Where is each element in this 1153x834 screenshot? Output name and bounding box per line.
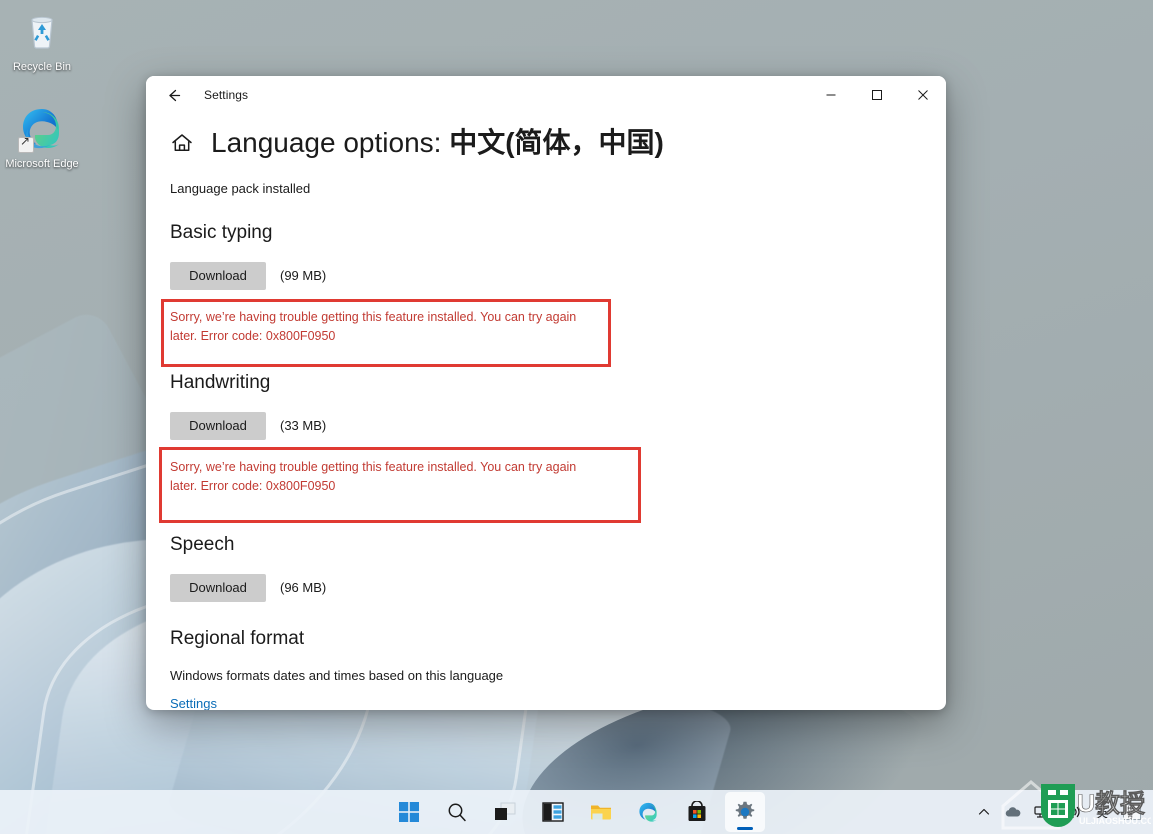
maximize-icon bbox=[871, 89, 883, 101]
language-pack-status: Language pack installed bbox=[170, 181, 916, 196]
speaker-icon bbox=[1064, 804, 1082, 820]
widgets-button[interactable] bbox=[533, 792, 573, 832]
search-button[interactable] bbox=[437, 792, 477, 832]
error-message-basic-typing: Sorry, we’re having trouble getting this… bbox=[170, 308, 600, 346]
desktop-icon-label: Recycle Bin bbox=[13, 61, 71, 73]
page-header: Language options: 中文(简体，中国) bbox=[168, 128, 916, 159]
close-button[interactable] bbox=[900, 76, 946, 114]
download-size-handwriting: (33 MB) bbox=[280, 418, 326, 433]
regional-format-description: Windows formats dates and times based on… bbox=[170, 668, 916, 683]
edge-button[interactable] bbox=[629, 792, 669, 832]
shortcut-overlay-icon bbox=[18, 137, 34, 153]
network-tray-button[interactable] bbox=[1029, 796, 1057, 828]
taskbar[interactable]: 英 拼 音 bbox=[0, 790, 1153, 834]
download-row[interactable]: Download (96 MB) bbox=[170, 574, 916, 602]
start-button[interactable] bbox=[389, 792, 429, 832]
section-basic-typing: Basic typing Download (99 MB) Sorry, we’… bbox=[168, 222, 916, 346]
settings-window[interactable]: Settings bbox=[146, 76, 946, 710]
section-heading: Speech bbox=[170, 534, 916, 556]
desktop[interactable]: Recycle Bin bbox=[0, 0, 1153, 834]
tray-expand-button[interactable] bbox=[971, 796, 997, 828]
section-regional-format: Regional format Windows formats dates an… bbox=[168, 628, 916, 710]
recycle-bin-icon bbox=[18, 8, 66, 56]
desktop-icon-recycle-bin[interactable]: Recycle Bin bbox=[0, 8, 84, 74]
regional-format-settings-link[interactable]: Settings bbox=[170, 696, 217, 710]
window-caption-buttons[interactable] bbox=[808, 76, 946, 114]
chevron-up-icon bbox=[977, 805, 991, 819]
edge-icon bbox=[637, 801, 660, 824]
gear-icon bbox=[733, 800, 757, 824]
section-handwriting: Handwriting Download (33 MB) Sorry, we’r… bbox=[168, 372, 916, 496]
minimize-button[interactable] bbox=[808, 76, 854, 114]
minimize-icon bbox=[825, 89, 837, 101]
section-heading: Regional format bbox=[170, 628, 916, 650]
volume-tray-button[interactable] bbox=[1059, 796, 1087, 828]
download-button-basic-typing[interactable]: Download bbox=[170, 262, 266, 290]
ime-language-indicator[interactable]: 英 bbox=[1089, 796, 1115, 828]
section-heading: Handwriting bbox=[170, 372, 916, 394]
download-button-speech[interactable]: Download bbox=[170, 574, 266, 602]
microsoft-store-button[interactable] bbox=[677, 792, 717, 832]
error-message-handwriting: Sorry, we’re having trouble getting this… bbox=[170, 458, 600, 496]
close-icon bbox=[917, 89, 929, 101]
download-row[interactable]: Download (33 MB) bbox=[170, 412, 916, 440]
back-arrow-icon bbox=[165, 87, 182, 104]
task-view-icon bbox=[493, 801, 517, 823]
window-titlebar[interactable]: Settings bbox=[146, 76, 946, 114]
store-bag-icon bbox=[686, 801, 708, 823]
network-icon bbox=[1034, 804, 1052, 820]
system-tray[interactable]: 英 拼 音 bbox=[971, 790, 1147, 834]
folder-icon bbox=[589, 801, 613, 823]
page-title-language: 中文(简体，中国) bbox=[449, 127, 664, 158]
settings-button[interactable] bbox=[725, 792, 765, 832]
task-view-button[interactable] bbox=[485, 792, 525, 832]
download-size-basic-typing: (99 MB) bbox=[280, 268, 326, 283]
widgets-icon bbox=[541, 801, 565, 823]
download-size-speech: (96 MB) bbox=[280, 580, 326, 595]
section-speech: Speech Download (96 MB) bbox=[168, 534, 916, 602]
maximize-button[interactable] bbox=[854, 76, 900, 114]
back-button[interactable] bbox=[156, 80, 190, 110]
page-title-prefix: Language options: bbox=[211, 127, 449, 158]
ime-mode-button[interactable]: 拼 音 bbox=[1117, 796, 1147, 828]
svg-text:音: 音 bbox=[1127, 812, 1133, 820]
titlebar-drag-area[interactable] bbox=[248, 76, 808, 114]
onedrive-tray-button[interactable] bbox=[999, 796, 1027, 828]
search-icon bbox=[446, 801, 468, 823]
desktop-icon-label: Microsoft Edge bbox=[5, 158, 78, 170]
svg-text:拼: 拼 bbox=[1127, 805, 1133, 813]
window-title: Settings bbox=[204, 88, 248, 102]
taskbar-pinned-apps[interactable] bbox=[389, 792, 765, 832]
edge-icon bbox=[18, 105, 66, 153]
download-button-handwriting[interactable]: Download bbox=[170, 412, 266, 440]
desktop-icon-microsoft-edge[interactable]: Microsoft Edge bbox=[0, 105, 84, 171]
file-explorer-button[interactable] bbox=[581, 792, 621, 832]
cloud-icon bbox=[1004, 805, 1022, 819]
download-row[interactable]: Download (99 MB) bbox=[170, 262, 916, 290]
ime-mode-icon: 拼 音 bbox=[1122, 803, 1142, 821]
page-title: Language options: 中文(简体，中国) bbox=[211, 128, 664, 159]
section-heading: Basic typing bbox=[170, 222, 916, 244]
windows-logo-icon bbox=[398, 801, 420, 823]
home-icon[interactable] bbox=[169, 130, 195, 156]
settings-page-body[interactable]: Language options: 中文(简体，中国) Language pac… bbox=[146, 114, 946, 710]
